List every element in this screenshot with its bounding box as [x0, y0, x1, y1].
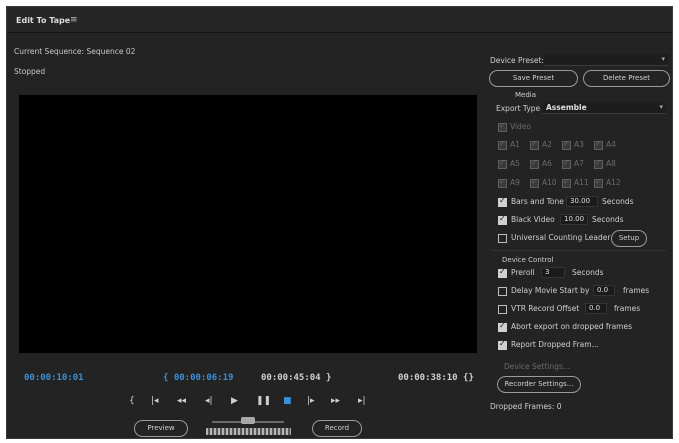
- device-preset-label: Device Preset:: [490, 56, 544, 65]
- audio-channel-checkbox[interactable]: [594, 158, 603, 169]
- black-video-unit: Seconds: [592, 215, 624, 224]
- in-point-timecode[interactable]: 00:00:10:01: [24, 373, 84, 383]
- video-preview: [19, 95, 477, 353]
- audio-channel-label: A11: [574, 178, 589, 187]
- audio-channel-label: A12: [606, 178, 621, 187]
- video-label: Video: [510, 122, 532, 131]
- bars-and-tone-checkbox[interactable]: [498, 196, 507, 207]
- universal-leader-label: Universal Counting Leader: [511, 233, 611, 242]
- abort-on-dropped-frames-checkbox[interactable]: [498, 321, 507, 332]
- panel-menu-icon[interactable]: ≡: [70, 15, 78, 25]
- jog-wheel[interactable]: [206, 428, 291, 435]
- delay-movie-start-input[interactable]: 0.0: [593, 285, 615, 296]
- audio-channel-checkbox[interactable]: [594, 177, 603, 188]
- audio-channel-checkbox[interactable]: [562, 158, 571, 169]
- mark-in-icon[interactable]: {: [129, 393, 135, 409]
- record-button[interactable]: Record: [312, 420, 362, 437]
- current-sequence-label: Current Sequence: Sequence 02: [14, 47, 136, 56]
- go-to-in-icon[interactable]: |◂: [151, 393, 159, 409]
- universal-leader-checkbox[interactable]: [498, 234, 507, 243]
- go-to-out-icon[interactable]: ▸|: [358, 393, 366, 409]
- preroll-label: Preroll: [511, 268, 535, 277]
- video-checkbox[interactable]: [498, 121, 507, 132]
- export-type-label: Export Type: [496, 104, 541, 113]
- audio-channel-label: A5: [510, 159, 520, 168]
- black-video-label: Black Video: [511, 215, 555, 224]
- audio-channel-checkbox[interactable]: [562, 177, 571, 188]
- delete-preset-button[interactable]: Delete Preset: [583, 70, 670, 87]
- export-type-value: Assemble: [546, 103, 587, 112]
- preview-button[interactable]: Preview: [134, 420, 188, 437]
- current-timecode[interactable]: { 00:00:06:19: [163, 373, 233, 383]
- panel-header: Edit To Tape ≡: [7, 7, 672, 33]
- audio-channel-label: A3: [574, 140, 584, 149]
- out-point-timecode[interactable]: 00:00:38:10 {}: [398, 373, 474, 383]
- recorder-settings-button[interactable]: Recorder Settings...: [497, 376, 581, 393]
- audio-channel-checkbox[interactable]: [498, 139, 507, 150]
- audio-channel-checkbox[interactable]: [498, 158, 507, 169]
- divider: [491, 250, 666, 251]
- step-back-icon[interactable]: ◂|: [205, 393, 213, 409]
- bars-and-tone-unit: Seconds: [602, 197, 634, 206]
- audio-channel-label: A4: [606, 140, 616, 149]
- audio-channel-label: A7: [574, 159, 584, 168]
- delay-movie-start-unit: frames: [623, 286, 650, 295]
- setup-button[interactable]: Setup: [611, 230, 647, 247]
- vtr-record-offset-input[interactable]: 0.0: [585, 303, 607, 314]
- audio-channel-label: A9: [510, 178, 520, 187]
- device-settings-button[interactable]: Device Settings...: [504, 362, 570, 371]
- device-control-heading: Device Control: [502, 256, 554, 264]
- stop-icon[interactable]: ■: [283, 393, 292, 409]
- shuttle-slider[interactable]: [241, 417, 255, 424]
- abort-on-dropped-frames-label: Abort export on dropped frames: [511, 322, 632, 331]
- bars-and-tone-label: Bars and Tone: [511, 197, 564, 206]
- audio-channel-label: A8: [606, 159, 616, 168]
- bars-and-tone-input[interactable]: 30.00: [566, 196, 598, 207]
- duration-timecode: 00:00:45:04 }: [261, 373, 332, 383]
- audio-channel-checkbox[interactable]: [498, 177, 507, 188]
- report-dropped-frames-label: Report Dropped Fram...: [511, 340, 599, 349]
- panel-title: Edit To Tape: [16, 16, 71, 25]
- preroll-input[interactable]: 3: [541, 267, 565, 278]
- play-icon[interactable]: ▶: [231, 393, 238, 409]
- step-forward-icon[interactable]: |▸: [307, 393, 315, 409]
- pause-icon[interactable]: ❚❚: [256, 393, 271, 409]
- vtr-record-offset-unit: frames: [614, 304, 641, 313]
- audio-channel-label: A1: [510, 140, 520, 149]
- dropped-frames-readout: Dropped Frames: 0: [490, 402, 562, 411]
- chevron-down-icon: ▾: [659, 103, 663, 111]
- export-type-dropdown[interactable]: Assemble ▾: [542, 102, 666, 114]
- audio-channel-checkbox[interactable]: [530, 177, 539, 188]
- audio-channel-checkbox[interactable]: [530, 139, 539, 150]
- delay-movie-start-checkbox[interactable]: [498, 287, 507, 296]
- rewind-icon[interactable]: ◂◂: [177, 393, 186, 409]
- report-dropped-frames-checkbox[interactable]: [498, 339, 507, 350]
- audio-channel-label: A6: [542, 159, 552, 168]
- edit-to-tape-window: Edit To Tape ≡ Current Sequence: Sequenc…: [6, 6, 673, 439]
- media-heading: Media: [515, 91, 537, 99]
- device-preset-dropdown[interactable]: ▾: [544, 54, 668, 66]
- preroll-unit: Seconds: [572, 268, 604, 277]
- black-video-checkbox[interactable]: [498, 214, 507, 225]
- audio-channel-label: A2: [542, 140, 552, 149]
- fast-forward-icon[interactable]: ▸▸: [331, 393, 340, 409]
- delay-movie-start-label: Delay Movie Start by: [511, 286, 590, 295]
- transport-controls: { |◂ ◂◂ ◂| ▶ ❚❚ ■ |▸ ▸▸ ▸|: [127, 393, 377, 409]
- audio-channel-checkbox[interactable]: [594, 139, 603, 150]
- vtr-record-offset-checkbox[interactable]: [498, 305, 507, 314]
- black-video-input[interactable]: 10.00: [560, 214, 588, 225]
- vtr-record-offset-label: VTR Record Offset: [511, 304, 580, 313]
- chevron-down-icon: ▾: [661, 55, 665, 63]
- save-preset-button[interactable]: Save Preset: [489, 70, 578, 87]
- preroll-checkbox[interactable]: [498, 267, 507, 278]
- audio-channel-label: A10: [542, 178, 557, 187]
- status-text: Stopped: [14, 67, 46, 76]
- audio-channel-checkbox[interactable]: [530, 158, 539, 169]
- audio-channel-checkbox[interactable]: [562, 139, 571, 150]
